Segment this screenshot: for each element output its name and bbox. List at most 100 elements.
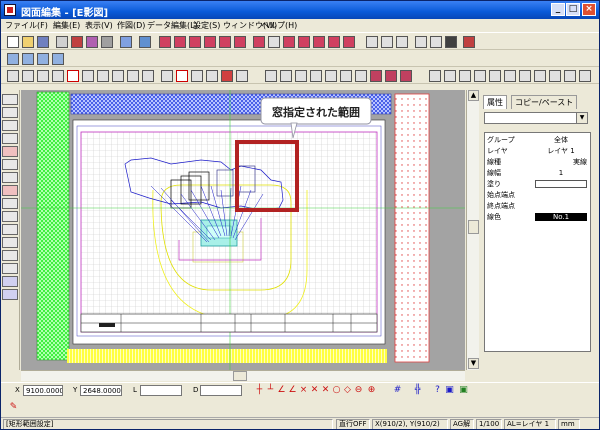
image-tool-icon[interactable] [2, 289, 18, 300]
property-target-select[interactable]: ▼ [484, 112, 588, 124]
menu-help[interactable]: ヘルプ(H) [261, 20, 297, 31]
zoom-out-icon[interactable] [112, 70, 124, 82]
fill-rect-tool-icon[interactable] [2, 185, 18, 196]
view-4-icon[interactable] [52, 53, 64, 65]
image-icon[interactable]: ▣ [459, 386, 468, 395]
redraw-icon[interactable] [127, 70, 139, 82]
view-1-icon[interactable] [7, 53, 19, 65]
chevron-down-icon[interactable]: ▼ [576, 113, 587, 123]
text-tool-icon[interactable] [2, 211, 18, 222]
edit-7-icon[interactable] [355, 70, 367, 82]
undo-icon[interactable] [366, 36, 378, 48]
hatch-6-icon[interactable] [234, 36, 246, 48]
snap-grid-icon[interactable]: # [393, 386, 402, 395]
pan-icon[interactable] [52, 70, 64, 82]
hatch-3-icon[interactable] [189, 36, 201, 48]
snap-3-icon[interactable] [459, 70, 471, 82]
menu-view[interactable]: 表示(V) [85, 20, 113, 31]
vertical-scrollbar[interactable]: ▲ ▼ [466, 90, 479, 370]
y-coordinate-field[interactable]: 2648.0000 [80, 385, 122, 396]
hatch-13-icon[interactable] [343, 36, 355, 48]
open-folder-icon[interactable] [22, 36, 34, 48]
grid-icon[interactable] [142, 70, 154, 82]
x-coordinate-field[interactable]: 9100.0000 [23, 385, 63, 396]
edit-1-icon[interactable] [265, 70, 277, 82]
zoom-box-icon[interactable] [82, 70, 94, 82]
hatch-4-icon[interactable] [204, 36, 216, 48]
hatch-9-icon[interactable] [283, 36, 295, 48]
frame-icon[interactable] [67, 70, 79, 82]
snap-2-icon[interactable] [444, 70, 456, 82]
tab-copy-paste[interactable]: コピー/ペースト [511, 95, 578, 109]
snap-9-icon[interactable] [549, 70, 561, 82]
maximize-button[interactable]: □ [566, 3, 580, 16]
close-button[interactable]: × [582, 3, 596, 16]
edit-2-icon[interactable] [280, 70, 292, 82]
hatch-1-icon[interactable] [159, 36, 171, 48]
table-tool-icon[interactable] [2, 276, 18, 287]
circle-tool-icon[interactable] [2, 146, 18, 157]
scroll-down-icon[interactable]: ▼ [468, 358, 479, 369]
menu-settings[interactable]: 設定(S) [193, 20, 220, 31]
horizontal-scroll-thumb[interactable] [233, 371, 247, 381]
print-icon[interactable] [86, 36, 98, 48]
select-poly-icon[interactable] [206, 70, 218, 82]
repeat-icon[interactable] [396, 36, 408, 48]
search-tool-icon[interactable] [2, 263, 18, 274]
menu-data-edit[interactable]: データ編集(L) [147, 20, 198, 31]
drawing-svg[interactable]: 窓指定された範囲 [21, 90, 465, 370]
edit-4-icon[interactable] [310, 70, 322, 82]
snap-foot-icon[interactable]: ┴ [266, 386, 275, 395]
menu-file[interactable]: ファイル(F) [5, 20, 48, 31]
redo-icon[interactable] [381, 36, 393, 48]
zoom-in-icon[interactable] [97, 70, 109, 82]
fill-swatch[interactable] [535, 180, 587, 188]
select-fill-icon[interactable] [221, 70, 233, 82]
snap-1-icon[interactable] [429, 70, 441, 82]
info-icon[interactable]: ▣ [445, 386, 454, 395]
polyline-tool-icon[interactable] [2, 107, 18, 118]
hatch-12-icon[interactable] [328, 36, 340, 48]
symbol-tool-icon[interactable] [2, 250, 18, 261]
zoom-icon[interactable] [22, 70, 34, 82]
edit-3-icon[interactable] [295, 70, 307, 82]
direction-field[interactable] [200, 385, 242, 396]
ellipse-tool-icon[interactable] [2, 159, 18, 170]
snap-11-icon[interactable] [579, 70, 591, 82]
snap-8-icon[interactable] [534, 70, 546, 82]
horizontal-scrollbar[interactable] [21, 370, 465, 381]
edit-8-icon[interactable] [370, 70, 382, 82]
menu-edit[interactable]: 編集(E) [53, 20, 80, 31]
hatch-7-icon[interactable] [253, 36, 265, 48]
snap-angle-icon[interactable]: ∠ [277, 386, 286, 395]
snap-7-icon[interactable] [519, 70, 531, 82]
snap-10-icon[interactable] [564, 70, 576, 82]
dimension-tool-icon[interactable] [2, 224, 18, 235]
drawing-canvas[interactable]: 窓指定された範囲 [21, 90, 465, 370]
line-tool-icon[interactable] [2, 94, 18, 105]
zoom-window-icon[interactable] [7, 70, 19, 82]
snap-4-icon[interactable] [474, 70, 486, 82]
scroll-up-icon[interactable]: ▲ [468, 90, 479, 101]
length-field[interactable] [140, 385, 182, 396]
save-icon[interactable] [37, 36, 49, 48]
edit-9-icon[interactable] [385, 70, 397, 82]
hatch-8-icon[interactable] [268, 36, 280, 48]
pick-icon[interactable] [463, 36, 475, 48]
edit-6-icon[interactable] [340, 70, 352, 82]
page-setup-icon[interactable] [56, 36, 68, 48]
snap-quadrant-icon[interactable]: ◇ [343, 386, 352, 395]
help-icon[interactable]: ? [433, 386, 442, 395]
edit-5-icon[interactable] [325, 70, 337, 82]
hatch-11-icon[interactable] [313, 36, 325, 48]
select-line-icon[interactable] [191, 70, 203, 82]
ortho-icon[interactable]: ╬ [413, 386, 422, 395]
select-arrow-icon[interactable] [161, 70, 173, 82]
view-2-icon[interactable] [22, 53, 34, 65]
paste-icon[interactable] [445, 36, 457, 48]
square-tool-icon[interactable] [2, 172, 18, 183]
rect-tool-icon[interactable] [2, 120, 18, 131]
hatch-5-icon[interactable] [219, 36, 231, 48]
pencil-icon[interactable]: ✎ [9, 403, 18, 412]
snap-center-icon[interactable]: ○ [332, 386, 341, 395]
